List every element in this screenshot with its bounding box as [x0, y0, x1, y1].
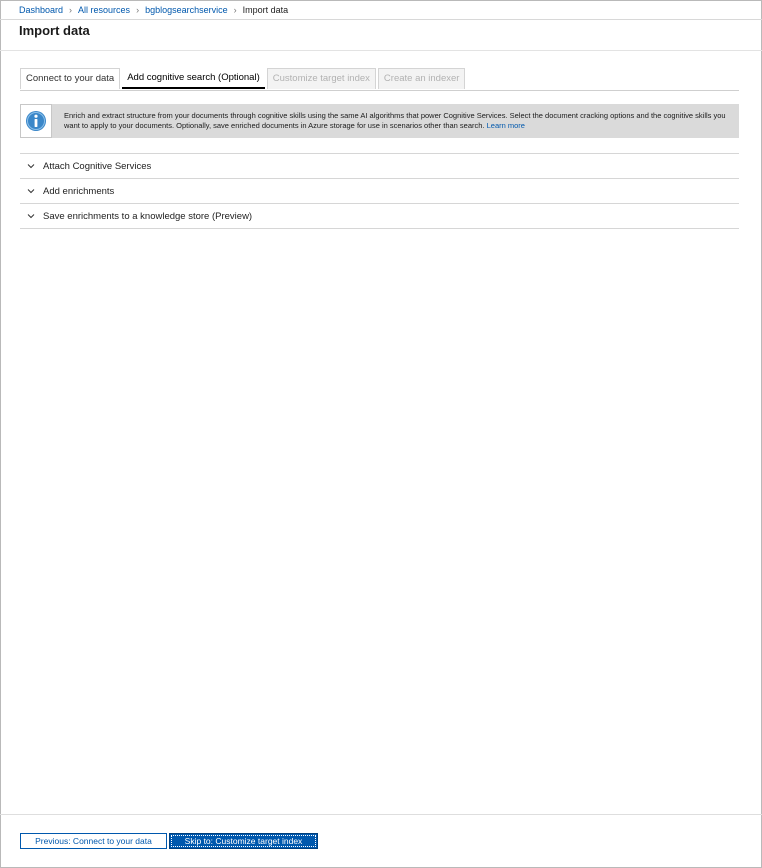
chevron-down-icon: [27, 163, 37, 169]
page-title: Import data: [19, 23, 90, 38]
breadcrumb-current: Import data: [242, 5, 289, 15]
divider: [0, 19, 762, 20]
chevron-down-icon: [27, 213, 37, 219]
chevron-right-icon: ›: [233, 5, 237, 15]
section-label: Save enrichments to a knowledge store (P…: [43, 210, 253, 222]
divider: [20, 228, 739, 229]
tab-add-cognitive-search[interactable]: Add cognitive search (Optional): [122, 68, 265, 89]
info-banner: Enrich and extract structure from your d…: [20, 104, 739, 138]
tab-create-an-indexer: Create an indexer: [377, 68, 466, 89]
info-message: Enrich and extract structure from your d…: [64, 111, 726, 130]
learn-more-link[interactable]: Learn more: [487, 121, 525, 130]
breadcrumb-dashboard[interactable]: Dashboard: [19, 5, 63, 15]
tab-customize-target-index: Customize target index: [266, 68, 376, 89]
chevron-right-icon: ›: [69, 5, 73, 15]
section-attach-cognitive-services[interactable]: Attach Cognitive Services: [20, 153, 739, 178]
info-text: Enrich and extract structure from your d…: [64, 111, 729, 131]
section-save-enrichments-knowledge-store[interactable]: Save enrichments to a knowledge store (P…: [20, 203, 739, 228]
divider: [0, 50, 762, 51]
breadcrumb: Dashboard › All resources › bgblogsearch…: [19, 5, 288, 15]
info-icon: [20, 104, 52, 138]
breadcrumb-all-resources[interactable]: All resources: [78, 5, 130, 15]
breadcrumb-search-service[interactable]: bgblogsearchservice: [145, 5, 228, 15]
section-label: Add enrichments: [43, 185, 115, 197]
wizard-tabs: Connect to your data Add cognitive searc…: [20, 68, 467, 90]
chevron-down-icon: [27, 188, 37, 194]
tab-connect-to-your-data[interactable]: Connect to your data: [20, 68, 121, 89]
footer-divider: [0, 814, 762, 815]
previous-button[interactable]: Previous: Connect to your data: [20, 833, 167, 849]
chevron-right-icon: ›: [136, 5, 140, 15]
divider: [20, 90, 739, 91]
skip-button[interactable]: Skip to: Customize target index: [169, 833, 318, 849]
section-label: Attach Cognitive Services: [43, 160, 152, 172]
section-add-enrichments[interactable]: Add enrichments: [20, 178, 739, 203]
